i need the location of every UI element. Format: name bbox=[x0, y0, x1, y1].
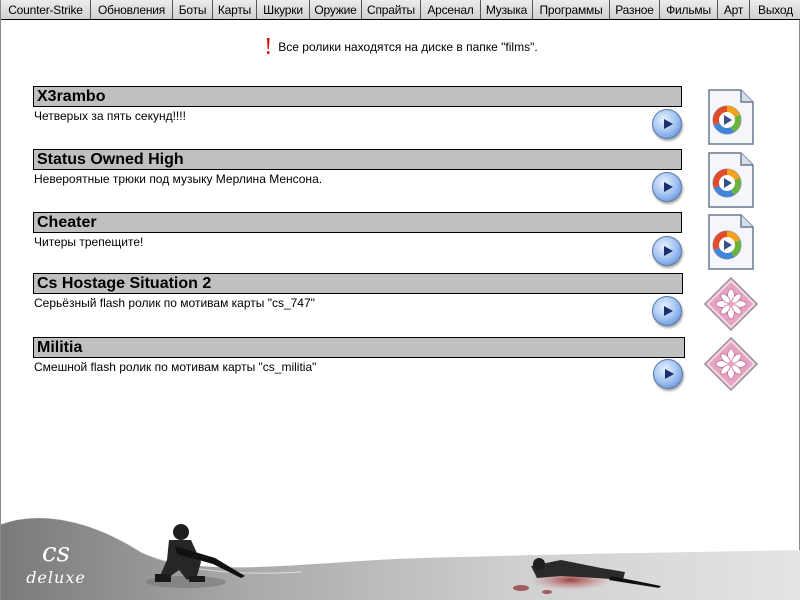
nav-tabbar: Counter-Strike Обновления Боты Карты Шку… bbox=[1, 0, 800, 20]
tab-bots[interactable]: Боты bbox=[172, 0, 212, 19]
play-arrow-icon bbox=[665, 369, 674, 379]
flash-file-icon[interactable] bbox=[703, 336, 759, 396]
logo-line-cs: cs bbox=[42, 538, 70, 568]
tab-maps[interactable]: Карты bbox=[212, 0, 256, 19]
play-arrow-icon bbox=[664, 119, 673, 129]
flash-file-icon[interactable] bbox=[703, 276, 759, 336]
logo-line-deluxe: deluxe bbox=[26, 568, 86, 587]
tab-exit[interactable]: Выход bbox=[749, 0, 800, 19]
film-title: Cs Hostage Situation 2 bbox=[33, 273, 683, 294]
play-arrow-icon bbox=[664, 182, 673, 192]
film-title: Militia bbox=[33, 337, 685, 358]
media-player-file-icon[interactable] bbox=[701, 150, 757, 210]
tab-counter-strike[interactable]: Counter-Strike bbox=[1, 0, 90, 19]
cs-deluxe-logo: cs deluxe bbox=[21, 540, 91, 600]
film-description: Четверых за пять секунд!!!! bbox=[34, 109, 186, 123]
media-player-file-icon[interactable] bbox=[701, 87, 757, 147]
tab-art[interactable]: Арт bbox=[717, 0, 749, 19]
film-title: X3rambo bbox=[33, 86, 682, 107]
play-arrow-icon bbox=[664, 246, 673, 256]
play-button[interactable] bbox=[652, 172, 682, 202]
tab-weapons[interactable]: Оружие bbox=[309, 0, 361, 19]
notice-text: Все ролики находятся на диске в папке "f… bbox=[278, 40, 538, 54]
film-title: Status Owned High bbox=[33, 149, 682, 170]
tab-programs[interactable]: Программы bbox=[532, 0, 609, 19]
tab-arsenal[interactable]: Арсенал bbox=[420, 0, 480, 19]
tab-music[interactable]: Музыка bbox=[480, 0, 532, 19]
tab-films[interactable]: Фильмы bbox=[659, 0, 717, 19]
footer-artwork bbox=[1, 517, 800, 600]
tab-sprites[interactable]: Спрайты bbox=[361, 0, 420, 19]
film-description: Читеры трепещите! bbox=[34, 235, 144, 249]
tab-misc[interactable]: Разное bbox=[609, 0, 659, 19]
play-button[interactable] bbox=[652, 109, 682, 139]
films-location-notice: ! Все ролики находятся на диске в папке "… bbox=[1, 34, 800, 60]
tab-updates[interactable]: Обновления bbox=[90, 0, 172, 19]
media-player-file-icon[interactable] bbox=[701, 212, 757, 272]
play-button[interactable] bbox=[652, 296, 682, 326]
film-description: Серьёзный flash ролик по мотивам карты "… bbox=[34, 296, 315, 310]
film-description: Смешной flash ролик по мотивам карты "cs… bbox=[34, 360, 317, 374]
film-description: Невероятные трюки под музыку Мерлина Мен… bbox=[34, 172, 323, 186]
film-title: Cheater bbox=[33, 212, 682, 233]
play-arrow-icon bbox=[664, 306, 673, 316]
warning-mark-icon: ! bbox=[264, 34, 273, 60]
play-button[interactable] bbox=[653, 359, 683, 389]
app-window: Counter-Strike Обновления Боты Карты Шку… bbox=[0, 0, 800, 600]
play-button[interactable] bbox=[652, 236, 682, 266]
tab-skins[interactable]: Шкурки bbox=[256, 0, 309, 19]
